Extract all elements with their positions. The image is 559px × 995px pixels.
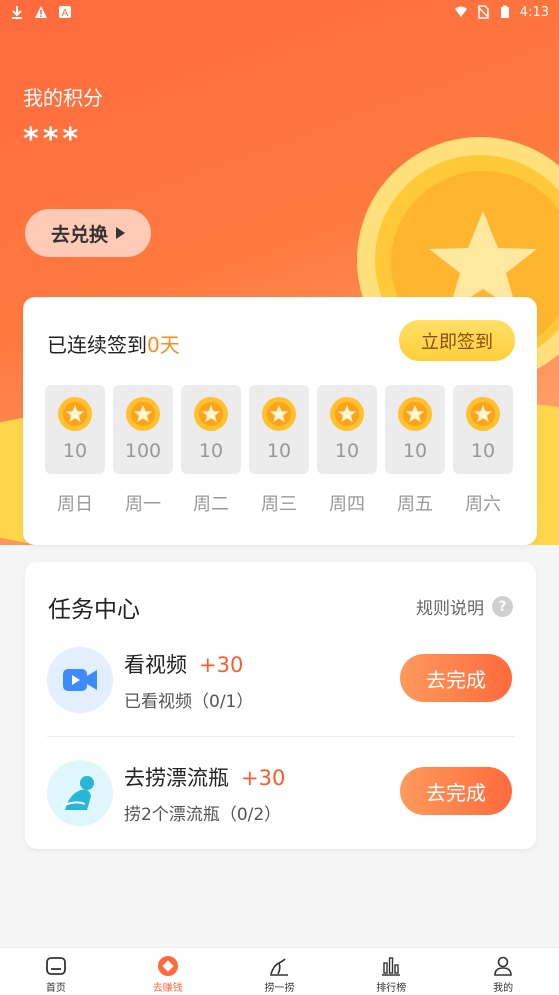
checkin-card: 已连续签到0天 立即签到 10 周日 100 周一 10 周二 10 周三 10…	[23, 297, 537, 545]
checkin-day-name: 周二	[193, 494, 229, 515]
ranking-icon	[382, 957, 401, 976]
checkin-status-label: 已连续签到	[47, 333, 147, 357]
points-value: ***	[23, 122, 83, 157]
task-name: 去捞漂流瓶 +30	[124, 762, 285, 792]
checkin-day: 100 周一	[113, 385, 173, 516]
status-bar: A 4:13	[0, 0, 559, 24]
checkin-day-name: 周日	[57, 494, 93, 515]
checkin-day-points: 10	[62, 440, 88, 462]
video-icon	[47, 647, 113, 713]
tab-label: 去赚钱	[152, 983, 183, 994]
play-arrow-icon	[116, 227, 125, 239]
checkin-day-box: 10	[45, 385, 105, 474]
checkin-day: 10 周三	[249, 385, 309, 516]
checkin-day-name: 周一	[125, 494, 161, 515]
divider	[47, 736, 514, 737]
tab-label: 排行榜	[376, 983, 407, 994]
task-progress: 已看视频（0/1）	[124, 692, 254, 712]
tab-ranking[interactable]: 排行榜	[335, 948, 447, 995]
checkin-day-box: 10	[453, 385, 513, 474]
no-sim-icon	[477, 5, 489, 19]
checkin-day-points: 10	[334, 440, 360, 462]
tab-profile[interactable]: 我的	[447, 948, 559, 995]
tab-earn[interactable]: 去赚钱	[112, 948, 224, 995]
checkin-days: 0天	[147, 333, 180, 357]
app-notification-icon: A	[59, 6, 71, 19]
checkin-day-name: 周四	[329, 494, 365, 515]
checkin-day: 10 周六	[453, 385, 513, 516]
help-icon: ?	[492, 596, 513, 617]
checkin-day: 10 周日	[45, 385, 105, 516]
checkin-day-points: 100	[124, 440, 162, 462]
tab-fishing[interactable]: 捞一捞	[224, 948, 336, 995]
coin-star-icon	[262, 397, 296, 431]
coin-star-icon	[398, 397, 432, 431]
complete-task-button[interactable]: 去完成	[400, 767, 512, 815]
checkin-day: 10 周二	[181, 385, 241, 516]
checkin-week: 10 周日 100 周一 10 周二 10 周三 10 周四 10 周五 10 …	[45, 385, 517, 525]
task-title: 去捞漂流瓶	[124, 766, 229, 790]
coin-star-icon	[126, 397, 160, 431]
checkin-day-box: 10	[317, 385, 377, 474]
checkin-day-box: 10	[385, 385, 445, 474]
task-center-title: 任务中心	[48, 597, 140, 623]
points-label: 我的积分	[23, 86, 103, 110]
tab-label: 我的	[493, 983, 514, 994]
checkin-day-points: 10	[266, 440, 292, 462]
rules-link[interactable]: 规则说明 ?	[416, 594, 513, 619]
checkin-day-name: 周五	[397, 494, 433, 515]
checkin-day-box: 10	[181, 385, 241, 474]
checkin-day-box: 100	[113, 385, 173, 474]
signin-button[interactable]: 立即签到	[399, 320, 515, 361]
coin-star-icon	[58, 397, 92, 431]
svg-text:A: A	[62, 8, 69, 19]
task-progress: 捞2个漂流瓶（0/2）	[124, 805, 282, 825]
battery-icon	[500, 5, 509, 18]
checkin-day-name: 周三	[261, 494, 297, 515]
checkin-day-points: 10	[470, 440, 496, 462]
checkin-day-points: 10	[402, 440, 428, 462]
task-item-video: 看视频 +30 已看视频（0/1） 去完成	[25, 647, 536, 747]
rules-label: 规则说明	[416, 599, 484, 619]
bottom-tab-bar: 首页 去赚钱 捞一捞 排行榜 我的	[0, 947, 559, 995]
wifi-icon	[454, 6, 467, 17]
status-time: 4:13	[519, 4, 549, 20]
earn-icon	[157, 956, 178, 976]
tab-label: 首页	[45, 983, 66, 994]
coin-star-icon	[330, 397, 364, 431]
checkin-day: 10 周五	[385, 385, 445, 516]
checkin-day-box: 10	[249, 385, 309, 474]
diver-icon	[47, 760, 113, 826]
task-reward: +30	[199, 653, 244, 677]
checkin-status: 已连续签到0天	[47, 329, 180, 358]
checkin-day-points: 10	[198, 440, 224, 462]
checkin-day: 10 周四	[317, 385, 377, 516]
task-item-bottle: 去捞漂流瓶 +30 捞2个漂流瓶（0/2） 去完成	[25, 760, 536, 860]
complete-task-button[interactable]: 去完成	[400, 654, 512, 702]
checkin-day-name: 周六	[465, 494, 501, 515]
home-icon	[45, 957, 66, 975]
coin-star-icon	[194, 397, 228, 431]
warning-icon	[35, 6, 47, 18]
profile-icon	[494, 956, 512, 976]
exchange-button[interactable]: 去兑换	[25, 209, 151, 257]
task-reward: +30	[241, 766, 286, 790]
exchange-button-label: 去兑换	[50, 223, 108, 246]
download-icon	[12, 6, 22, 19]
task-center-card: 任务中心 规则说明 ? 看视频 +30 已看视频（0/1） 去完成 去捞漂流瓶 +3…	[25, 562, 536, 849]
fishing-icon	[270, 958, 289, 976]
tab-label: 捞一捞	[264, 983, 295, 994]
task-name: 看视频 +30	[124, 649, 243, 679]
coin-star-icon	[466, 397, 500, 431]
task-title: 看视频	[124, 653, 187, 677]
tab-home[interactable]: 首页	[0, 948, 112, 995]
